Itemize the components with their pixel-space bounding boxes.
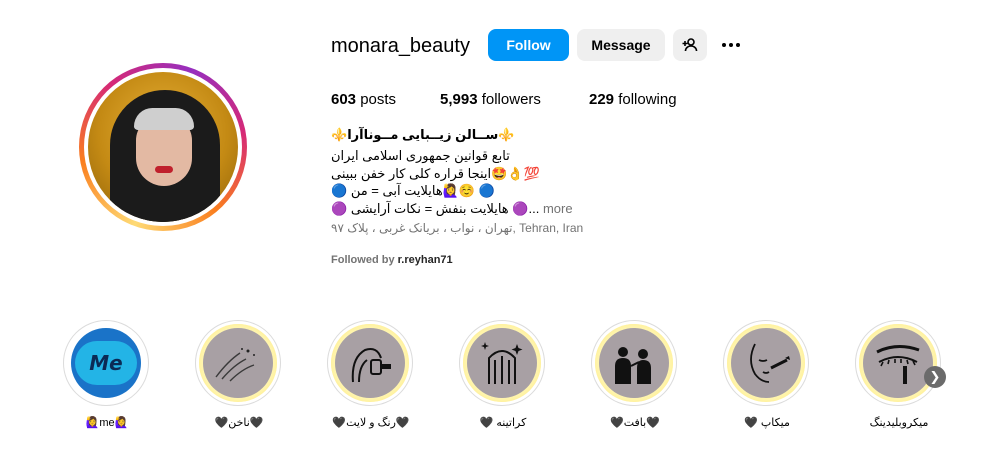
followers-stat[interactable]: 5,993 followers xyxy=(440,91,541,108)
highlight-nails[interactable] xyxy=(195,320,283,408)
highlight-cover xyxy=(335,328,405,398)
highlight-keratin[interactable] xyxy=(459,320,547,408)
highlight-inner xyxy=(595,324,673,402)
following-stat[interactable]: 229 following xyxy=(589,91,677,108)
highlight-cover xyxy=(203,328,273,398)
highlight-microblading[interactable] xyxy=(855,320,943,408)
message-button[interactable]: Message xyxy=(577,29,665,61)
highlight-ring xyxy=(723,320,809,406)
bio-line: 🔵 هایلایت آبی = من🙋‍♀️☺️ 🔵 xyxy=(331,183,495,198)
highlight-inner xyxy=(331,324,409,402)
highlight-inner xyxy=(859,324,937,402)
highlight-hair-color[interactable] xyxy=(327,320,415,408)
add-person-icon xyxy=(682,38,698,52)
followers-label: followers xyxy=(481,91,541,108)
highlight-inner xyxy=(199,324,277,402)
followed-by-prefix: Followed by xyxy=(331,254,395,266)
avatar-border xyxy=(84,68,242,226)
highlight-makeup[interactable] xyxy=(723,320,811,408)
bio-address[interactable]: تهران ، نواب ، بریانک غربی ، پلاک ۹۷, Te… xyxy=(331,221,583,235)
options-more-icon[interactable] xyxy=(719,34,743,56)
hair-dye-icon xyxy=(351,348,391,383)
bio-line: 🟣 هایلایت بنفش = نکات آرایشی 🟣... xyxy=(331,201,540,216)
highlight-label: 🖤 کراتینه xyxy=(479,417,527,429)
highlight-label: 🙋‍♀️me🙋‍♀️ xyxy=(85,417,129,429)
nail-icon xyxy=(215,348,255,382)
highlight-cover xyxy=(863,328,933,398)
next-highlights-button[interactable]: ❯ xyxy=(924,366,946,388)
highlight-ring xyxy=(855,320,941,406)
profile-avatar-ring[interactable] xyxy=(79,63,247,231)
highlight-label: میکروبلیدینگ xyxy=(869,417,929,429)
followers-count: 5,993 xyxy=(440,91,478,108)
avatar-hair-shape xyxy=(134,108,194,130)
highlight-inner: Me xyxy=(67,324,145,402)
highlight-cover xyxy=(599,328,669,398)
braiding-icon xyxy=(615,347,651,384)
highlight-inner xyxy=(463,324,541,402)
suggest-user-button[interactable] xyxy=(673,29,707,61)
bio-line: اینجا قراره کلی کار خفن ببینی🤩👌💯 xyxy=(331,166,540,181)
highlight-inner xyxy=(727,324,805,402)
chevron-right-icon: ❯ xyxy=(929,369,941,384)
highlight-cover xyxy=(731,328,801,398)
highlight-ring xyxy=(591,320,677,406)
bio-line-truncated: 🟣 هایلایت بنفش = نکات آرایشی 🟣... more xyxy=(331,201,573,217)
profile-avatar[interactable] xyxy=(88,72,238,222)
following-label: following xyxy=(618,91,677,108)
highlight-ring xyxy=(195,320,281,406)
highlight-me[interactable]: Me xyxy=(63,320,151,408)
follow-button[interactable]: Follow xyxy=(488,29,569,61)
dot-icon xyxy=(722,43,726,47)
highlight-label: 🖤بافت🖤 xyxy=(610,417,660,429)
makeup-icon xyxy=(750,343,790,383)
followed-by[interactable]: Followed by r.reyhan71 xyxy=(331,254,453,266)
bio-line: تابع قوانین جمهوری اسلامی ایران xyxy=(331,148,510,163)
posts-label: posts xyxy=(360,91,397,108)
dot-icon xyxy=(736,43,740,47)
dot-icon xyxy=(729,43,733,47)
highlight-ring xyxy=(327,320,413,406)
posts-stat: 603 posts xyxy=(331,91,396,108)
me-logo-text: Me xyxy=(75,341,137,385)
microblading-icon xyxy=(876,345,920,384)
followed-by-user[interactable]: r.reyhan71 xyxy=(398,254,453,266)
bio-more-link[interactable]: more xyxy=(543,201,573,216)
bio-title: ⚜️ســالن زیــبایی مــوناآرا⚜️ xyxy=(331,127,515,142)
keratin-icon xyxy=(481,342,523,384)
highlight-label: 🖤ناخن🖤 xyxy=(214,417,264,429)
highlight-ring xyxy=(459,320,545,406)
highlight-label: 🖤رنگ و لایت🖤 xyxy=(332,417,410,429)
posts-count: 603 xyxy=(331,91,357,108)
highlight-cover xyxy=(467,328,537,398)
profile-username: monara_beauty xyxy=(331,35,470,57)
avatar-lips-shape xyxy=(155,166,173,173)
following-count: 229 xyxy=(589,91,615,108)
me-logo-icon: Me xyxy=(71,328,141,398)
highlight-label: 🖤 میکاپ xyxy=(744,417,790,429)
highlight-ring: Me xyxy=(63,320,149,406)
highlight-braiding[interactable] xyxy=(591,320,679,408)
